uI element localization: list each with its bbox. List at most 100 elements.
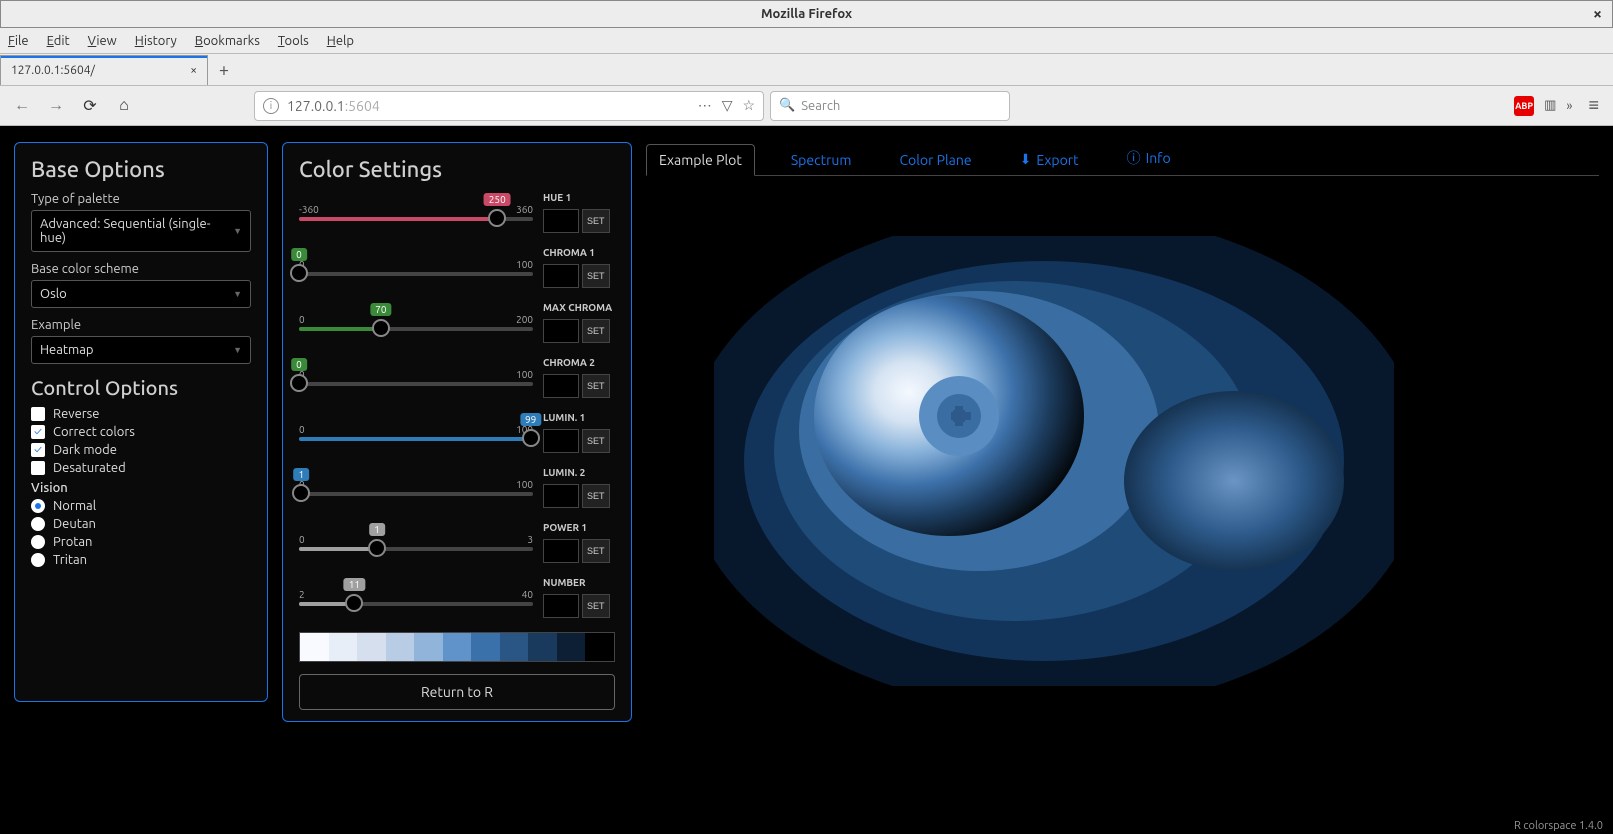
home-button[interactable]: ⌂ xyxy=(110,92,138,120)
bookmark-star-icon[interactable]: ☆ xyxy=(742,97,755,114)
vision-deutan-radio[interactable]: Deutan xyxy=(31,517,251,531)
chevron-down-icon: ▼ xyxy=(233,226,242,236)
vision-protan-radio[interactable]: Protan xyxy=(31,535,251,549)
tab-info[interactable]: ⓘ Info xyxy=(1115,141,1183,175)
tab-color-plane[interactable]: Color Plane xyxy=(887,145,983,175)
new-tab-button[interactable]: + xyxy=(208,55,240,85)
palette-type-label: Type of palette xyxy=(31,192,251,206)
menu-view[interactable]: View xyxy=(88,34,117,48)
set-button[interactable]: SET xyxy=(582,264,610,288)
example-plot-canvas xyxy=(714,236,1394,686)
reload-button[interactable]: ⟳ xyxy=(76,92,104,120)
slider-row-max-chroma: 0 200 70 MAX CHROMA SET xyxy=(299,302,615,343)
slider-value-input[interactable] xyxy=(543,319,579,343)
menu-history[interactable]: History xyxy=(135,34,177,48)
slider-row-lumin-2: 0 100 1 LUMIN. 2 SET xyxy=(299,467,615,508)
slider-value-badge: 0 xyxy=(291,358,307,371)
slider-value-input[interactable] xyxy=(543,264,579,288)
slider-thumb[interactable] xyxy=(372,319,390,337)
tab-spectrum[interactable]: Spectrum xyxy=(779,145,864,175)
menu-bookmarks[interactable]: Bookmarks xyxy=(195,34,260,48)
set-button[interactable]: SET xyxy=(582,484,610,508)
scheme-select[interactable]: Oslo ▼ xyxy=(31,280,251,308)
slider-track[interactable]: 0 100 99 xyxy=(299,424,533,441)
set-button[interactable]: SET xyxy=(582,374,610,398)
base-options-panel: Base Options Type of palette Advanced: S… xyxy=(14,142,268,702)
desaturated-checkbox[interactable]: ✓ Desaturated xyxy=(31,461,251,475)
slider-track[interactable]: 0 3 1 xyxy=(299,534,533,551)
vision-option-label: Normal xyxy=(53,499,96,513)
slider-value-input[interactable] xyxy=(543,539,579,563)
slider-label: NUMBER xyxy=(543,577,615,588)
tab-close-icon[interactable]: × xyxy=(190,64,197,77)
tabstrip: 127.0.0.1:5604/ × + xyxy=(0,54,1613,86)
url-bar[interactable]: i 127.0.0.1:5604 ⋯ ▽ ☆ xyxy=(254,91,764,121)
return-to-r-button[interactable]: Return to R xyxy=(299,674,615,710)
slider-value-badge: 11 xyxy=(344,578,365,591)
slider-thumb[interactable] xyxy=(290,264,308,282)
site-info-icon[interactable]: i xyxy=(263,98,279,114)
chevron-down-icon: ▼ xyxy=(233,345,242,355)
slider-value-input[interactable] xyxy=(543,594,579,618)
back-button[interactable]: ← xyxy=(8,92,36,120)
scheme-value: Oslo xyxy=(40,287,67,301)
slider-min: 2 xyxy=(299,589,305,600)
menu-help[interactable]: Help xyxy=(327,34,354,48)
slider-row-lumin-1: 0 100 99 LUMIN. 1 SET xyxy=(299,412,615,453)
palette-swatch xyxy=(443,633,472,661)
slider-value-input[interactable] xyxy=(543,429,579,453)
slider-min: -360 xyxy=(299,204,319,215)
menu-file[interactable]: File xyxy=(8,34,29,48)
slider-track[interactable]: 2 40 11 xyxy=(299,589,533,606)
palette-type-select[interactable]: Advanced: Sequential (single-hue) ▼ xyxy=(31,210,251,252)
palette-swatch xyxy=(329,633,358,661)
slider-track[interactable]: 0 100 0 xyxy=(299,369,533,386)
overflow-icon[interactable]: » xyxy=(1566,99,1572,113)
slider-track[interactable]: 0 100 0 xyxy=(299,259,533,276)
reverse-checkbox[interactable]: ✓ Reverse xyxy=(31,407,251,421)
slider-track[interactable]: 0 100 1 xyxy=(299,479,533,496)
tab-export[interactable]: ⬇ Export xyxy=(1008,144,1091,175)
set-button[interactable]: SET xyxy=(582,539,610,563)
page-actions-icon[interactable]: ⋯ xyxy=(698,97,712,114)
slider-thumb[interactable] xyxy=(290,374,308,392)
slider-value-input[interactable] xyxy=(543,374,579,398)
color-settings-heading: Color Settings xyxy=(299,157,615,182)
set-button[interactable]: SET xyxy=(582,594,610,618)
vision-tritan-radio[interactable]: Tritan xyxy=(31,553,251,567)
slider-thumb[interactable] xyxy=(488,209,506,227)
forward-button[interactable]: → xyxy=(42,92,70,120)
slider-thumb[interactable] xyxy=(522,429,540,447)
slider-value-input[interactable] xyxy=(543,209,579,233)
slider-track[interactable]: -360 360 250 xyxy=(299,204,533,221)
browser-tab[interactable]: 127.0.0.1:5604/ × xyxy=(0,55,208,85)
window-close-button[interactable]: × xyxy=(1593,5,1602,23)
tab-example-plot[interactable]: Example Plot xyxy=(646,144,755,176)
slider-thumb[interactable] xyxy=(345,594,363,612)
slider-thumb[interactable] xyxy=(368,539,386,557)
base-options-heading: Base Options xyxy=(31,157,251,182)
search-bar[interactable]: 🔍 Search xyxy=(770,91,1010,121)
slider-thumb[interactable] xyxy=(292,484,310,502)
set-button[interactable]: SET xyxy=(582,319,610,343)
hamburger-menu-icon[interactable]: ≡ xyxy=(1583,95,1606,116)
slider-min: 0 xyxy=(299,314,305,325)
menu-edit[interactable]: Edit xyxy=(47,34,70,48)
vision-normal-radio[interactable]: Normal xyxy=(31,499,251,513)
correct-colors-checkbox[interactable]: ✓ Correct colors xyxy=(31,425,251,439)
menu-tools[interactable]: Tools xyxy=(278,34,309,48)
palette-type-value: Advanced: Sequential (single-hue) xyxy=(40,217,233,245)
window-title: Mozilla Firefox xyxy=(761,7,852,21)
abp-icon[interactable]: ABP xyxy=(1514,96,1534,116)
set-button[interactable]: SET xyxy=(582,209,610,233)
sidebar-icon[interactable]: ▥ xyxy=(1544,98,1556,113)
set-button[interactable]: SET xyxy=(582,429,610,453)
palette-swatch xyxy=(357,633,386,661)
return-label: Return to R xyxy=(421,684,493,700)
slider-value-input[interactable] xyxy=(543,484,579,508)
slider-track[interactable]: 0 200 70 xyxy=(299,314,533,331)
vision-option-label: Protan xyxy=(53,535,92,549)
example-select[interactable]: Heatmap ▼ xyxy=(31,336,251,364)
dark-mode-checkbox[interactable]: ✓ Dark mode xyxy=(31,443,251,457)
reader-mode-icon[interactable]: ▽ xyxy=(722,97,733,114)
